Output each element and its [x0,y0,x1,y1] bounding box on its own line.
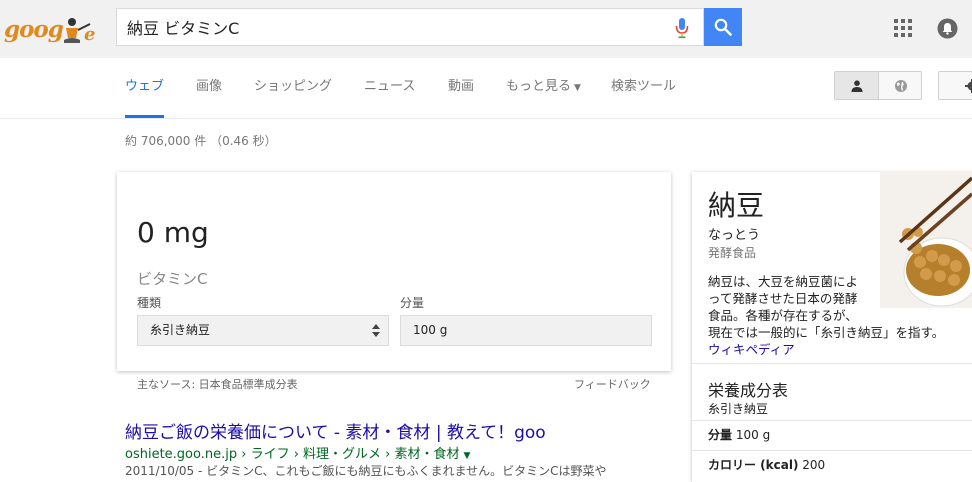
kp-desc-line: 現在では一般的に「糸引き納豆」を指す。 [708,324,958,341]
global-results-button[interactable] [879,72,922,99]
doodle-figure-icon: e [60,16,100,46]
chevron-down-icon: ▼ [574,83,581,93]
kp-row-value: 100 g [736,428,770,442]
search-icon [714,18,732,36]
tab-label: 画像 [196,79,222,94]
search-button[interactable] [704,8,742,46]
tab-label: ニュース [364,79,415,94]
kp-reading: なっとう [708,224,760,243]
nutrient-name: ビタミンC [137,268,207,289]
result-title-link[interactable]: 納豆ご飯の栄養価について - 素材・食材 | 教えて！goo [125,418,546,443]
microphone-icon[interactable] [675,17,689,39]
svg-text:e: e [84,24,95,45]
wikipedia-link[interactable]: ウィキペディア [708,341,958,358]
tab-label: もっと見る [506,79,571,94]
kp-nutrition-row: 分量 100 g [692,420,972,449]
kp-desc-line: 食品。各種が存在するが、 [708,307,958,324]
nutrition-source: 主なソース: 日本食品標準成分表 [137,376,298,392]
person-icon [851,80,863,92]
search-tabs: ウェブ 画像 ショッピング ニュース 動画 もっと見る▼ 検索ツール [0,58,972,119]
food-type-value: 糸引き納豆 [150,323,210,337]
tab-label: ウェブ [125,79,164,94]
kp-row-value: 200 [802,458,825,472]
search-box [116,8,704,46]
knowledge-panel: 納豆 なっとう 発酵食品 納豆は、大豆を納豆菌によ って発酵させた日本の発酵 食… [692,172,972,482]
logo-text: goog [4,14,63,46]
feedback-link[interactable]: フィードバック [574,376,651,392]
kp-nutrition-subtitle: 糸引き納豆 [708,400,768,417]
kp-row-label: カロリー (kcal) [708,458,798,472]
settings-button[interactable] [938,71,972,100]
kp-row-label: 分量 [708,428,732,442]
tab-videos[interactable]: 動画 [448,58,474,116]
food-type-select[interactable]: 糸引き納豆 [137,315,389,346]
result-url: oshiete.goo.ne.jp › ライフ › 料理・グルメ › 素材・食材… [125,443,470,462]
result-stats: 約 706,000 件 （0.46 秒） [125,132,277,149]
view-toggle [834,71,922,100]
kp-description: 納豆は、大豆を納豆菌によ って発酵させた日本の発酵 食品。各種が存在するが、 現… [708,273,958,358]
kp-divider [692,363,972,364]
tab-images[interactable]: 画像 [196,58,222,116]
kp-category: 発酵食品 [708,244,756,261]
tab-more[interactable]: もっと見る▼ [506,58,581,116]
updown-arrows-icon [372,324,380,337]
result-snippet: 2011/10/05 - ビタミンC、これもご飯にも納豆にもふくまれません。ビタ… [125,462,665,479]
doodle-logo[interactable]: goog e [4,14,100,46]
chevron-down-icon[interactable]: ▼ [464,451,471,461]
food-type-label: 種類 [137,294,161,311]
amount-value: 100 g [413,323,447,337]
top-bar: goog e [0,0,972,59]
personal-results-button[interactable] [835,72,879,99]
nutrition-card: 0 mg ビタミンC 種類 分量 糸引き納豆 100 g [117,172,671,371]
tab-search-tools[interactable]: 検索ツール [611,58,676,116]
tab-news[interactable]: ニュース [364,58,415,116]
amount-input[interactable]: 100 g [400,315,652,346]
amount-label: 分量 [400,294,424,311]
result-url-text: oshiete.goo.ne.jp › ライフ › 料理・グルメ › 素材・食材 [125,447,460,462]
kp-desc-line: 納豆は、大豆を納豆菌によ [708,273,958,290]
globe-icon [894,79,908,93]
nutrient-value: 0 mg [137,216,209,249]
tab-label: 動画 [448,79,474,94]
kp-desc-line: って発酵させた日本の発酵 [708,290,958,307]
apps-grid-icon[interactable] [894,19,912,37]
notifications-icon[interactable] [937,18,958,39]
search-input[interactable] [117,9,667,45]
kp-title: 納豆 [708,184,764,224]
tab-label: 検索ツール [611,79,676,94]
tab-web[interactable]: ウェブ [125,58,164,118]
tab-label: ショッピング [254,79,332,94]
gear-icon [965,79,972,93]
tab-shopping[interactable]: ショッピング [254,58,332,116]
kp-nutrition-title: 栄養成分表 [708,377,788,401]
